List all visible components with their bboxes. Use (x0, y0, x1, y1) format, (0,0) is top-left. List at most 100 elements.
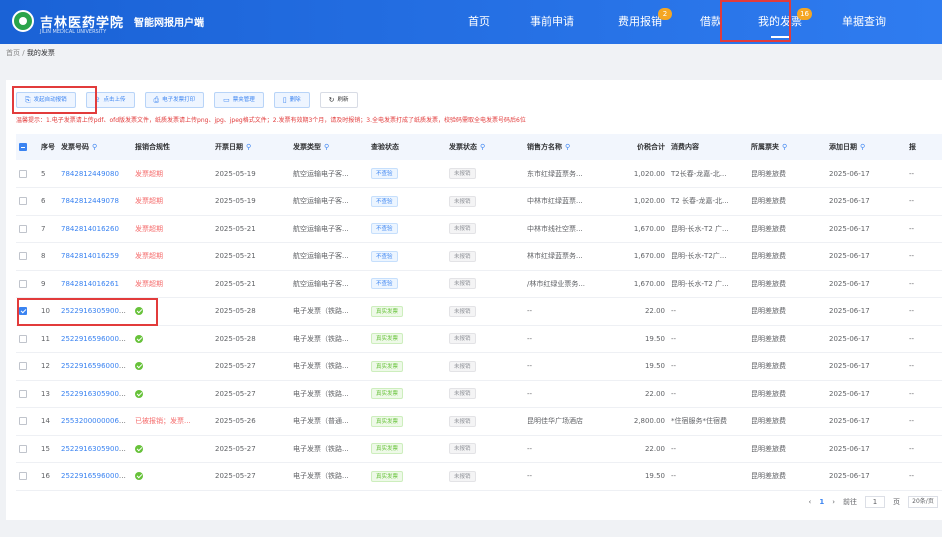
cell-content: -- (668, 462, 748, 491)
delete-button[interactable]: ▯ 删除 (273, 92, 310, 108)
invoice-number-link[interactable]: 7842812449078 (61, 197, 119, 205)
invoice-number-link[interactable]: 2522916305900007 (61, 390, 132, 398)
select-cell (16, 435, 38, 463)
cell-seller: -- (524, 380, 616, 408)
row-checkbox[interactable] (19, 362, 27, 371)
nav-item-1[interactable]: 首页 (468, 0, 490, 44)
invoice-number-link[interactable]: 2553200000006284 (61, 417, 132, 425)
cell-check: 真实发票 (368, 462, 446, 491)
row-checkbox[interactable] (19, 197, 27, 206)
search-icon[interactable]: ⚲ (782, 143, 787, 151)
compliance-warning: 发票超期 (135, 224, 163, 233)
cell-date: 2025-05-26 (212, 407, 290, 436)
table-row[interactable]: 9 7842814016261 发票超期 2025-05-21 航空运输电子客... 不查… (16, 270, 942, 298)
col-invoice-no[interactable]: 发票号码 ⚲ (58, 134, 132, 160)
col-seller[interactable]: 销售方名称 ⚲ (524, 134, 616, 160)
row-checkbox[interactable] (19, 444, 27, 453)
search-icon[interactable]: ⚲ (480, 143, 485, 151)
amount: 22.00 (644, 444, 665, 453)
row-checkbox[interactable] (19, 252, 27, 261)
invoice-number-link[interactable]: 2522916596000002 (61, 472, 132, 480)
search-icon[interactable]: ⚲ (246, 143, 251, 151)
page-number-current[interactable]: 1 (819, 498, 824, 506)
nav-item-6[interactable]: 单据查询 (842, 0, 886, 44)
col-index: 序号 (38, 134, 58, 160)
print-button[interactable]: ⎙ 电子发票打印 (144, 92, 205, 108)
row-checkbox[interactable] (19, 472, 27, 481)
select-cell (16, 270, 38, 298)
prev-page-button[interactable]: ‹ (809, 498, 812, 506)
nav-item-2[interactable]: 事前申请 (530, 0, 574, 44)
cell-content: *住宿服务*住宿费 (668, 407, 748, 436)
check-circle-icon (135, 362, 143, 371)
folder-button[interactable]: ▭ 票夹管理 (214, 92, 264, 108)
search-icon[interactable]: ⚲ (860, 143, 865, 151)
cell-more: -- (906, 297, 942, 326)
next-page-button[interactable]: › (832, 498, 835, 506)
invoice-number-link[interactable]: 2522916596000002 (61, 335, 132, 343)
invoice-number-link[interactable]: 7842814016259 (61, 252, 119, 260)
refresh-button[interactable]: ↻ 刷新 (319, 92, 358, 108)
invoice-number-link[interactable]: 2522916596000002 (61, 362, 132, 370)
cell-index: 14 (38, 407, 58, 436)
nav-label: 借款 (700, 15, 722, 28)
cell-seller: -- (524, 325, 616, 353)
table-row[interactable]: 8 7842814016259 发票超期 2025-05-21 航空运输电子客... 不查… (16, 242, 942, 271)
cell-index: 5 (38, 160, 58, 188)
invoice-type: 电子发票（铁路... (293, 389, 349, 398)
cell-folder: 昆明差旅费 (748, 270, 826, 298)
cell-more: -- (906, 325, 942, 353)
cell-index: 7 (38, 215, 58, 243)
row-checkbox[interactable] (19, 169, 27, 178)
nav-label: 费用报销 (618, 15, 662, 28)
row-checkbox[interactable] (19, 224, 27, 233)
table-row[interactable]: 12 2522916596000002 2025-05-27 电子发票（铁路... 真实… (16, 352, 942, 381)
col-type[interactable]: 发票类型 ⚲ (290, 134, 368, 160)
invoice-number-link[interactable]: 7842814016261 (61, 280, 119, 288)
table-row[interactable]: 7 7842814016260 发票超期 2025-05-21 航空运输电子客... 不查… (16, 215, 942, 243)
check-circle-icon (135, 389, 143, 398)
cell-index: 12 (38, 352, 58, 381)
row-checkbox[interactable] (19, 389, 27, 398)
top-header: 吉林医药学院 智能网报用户端 JILIN MEDICAL UNIVERSITY … (0, 0, 942, 44)
check-status-tag: 真实发票 (371, 470, 404, 482)
table-row[interactable]: 15 2522916305900007 2025-05-27 电子发票（铁路... 真实… (16, 435, 942, 463)
search-icon[interactable]: ⚲ (565, 143, 570, 151)
invoice-number-link[interactable]: 2522916305900007 (61, 445, 132, 453)
cell-date: 2025-05-27 (212, 462, 290, 491)
breadcrumb-home[interactable]: 首页 (6, 49, 20, 57)
cell-compliance (132, 325, 212, 353)
invoice-number-link[interactable]: 7842814016260 (61, 225, 119, 233)
nav-item-4[interactable]: 借款 (700, 0, 722, 44)
page-size-select[interactable]: 20条/页 (908, 496, 938, 508)
nav-item-3[interactable]: 费用报销 2 (618, 0, 672, 44)
row-checkbox[interactable] (19, 279, 27, 288)
table-row[interactable]: 13 2522916305900007 2025-05-27 电子发票（铁路... 真实… (16, 380, 942, 408)
search-icon[interactable]: ⚲ (92, 143, 97, 151)
col-date[interactable]: 开票日期 ⚲ (212, 134, 290, 160)
search-icon[interactable]: ⚲ (324, 143, 329, 151)
added-date: 2025-06-17 (829, 334, 870, 343)
amount: 19.50 (644, 472, 665, 481)
select-cell (16, 380, 38, 408)
consumption-content: 昆明-长水-T2 广... (671, 279, 729, 288)
cell-more: -- (906, 160, 942, 188)
table-row[interactable]: 16 2522916596000002 2025-05-27 电子发票（铁路... 真实… (16, 462, 942, 491)
row-checkbox[interactable] (19, 417, 27, 426)
cell-compliance: 已被报销；发票... (132, 407, 212, 436)
invoice-number-link[interactable]: 7842812449080 (61, 170, 119, 178)
page-jump-input[interactable]: 1 (865, 496, 885, 508)
row-checkbox[interactable] (19, 334, 27, 343)
school-logo[interactable]: 吉林医药学院 智能网报用户端 JILIN MEDICAL UNIVERSITY (12, 10, 204, 35)
check-circle-icon (135, 472, 143, 481)
select-all-checkbox[interactable] (19, 143, 27, 151)
invoice-type: 航空运输电子客... (293, 279, 349, 288)
cell-check: 真实发票 (368, 325, 446, 353)
table-row[interactable]: 11 2522916596000002 2025-05-28 电子发票（铁路... 真实… (16, 325, 942, 353)
col-status[interactable]: 发票状态 ⚲ (446, 134, 524, 160)
col-folder[interactable]: 所属票夹 ⚲ (748, 134, 826, 160)
col-added[interactable]: 添加日期 ⚲ (826, 134, 906, 160)
table-row[interactable]: 5 7842812449080 发票超期 2025-05-19 航空运输电子客... 不查… (16, 160, 942, 188)
table-row[interactable]: 14 2553200000006284 已被报销；发票... 2025-05-26 电子… (16, 407, 942, 436)
table-row[interactable]: 6 7842812449078 发票超期 2025-05-19 航空运输电子客... 不查… (16, 187, 942, 216)
